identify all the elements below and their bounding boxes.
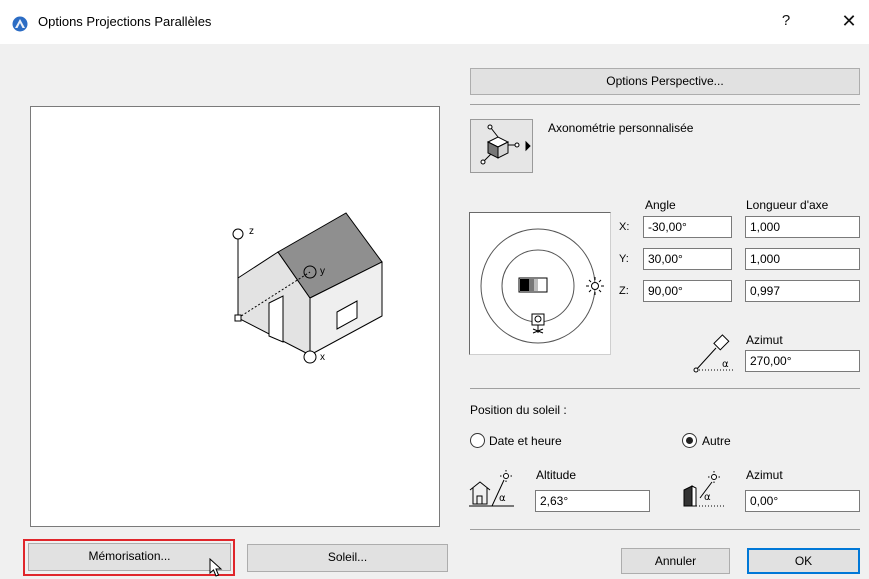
house-door bbox=[268, 295, 284, 343]
length-z-field[interactable]: 0,997 bbox=[745, 280, 860, 302]
sun-camera-view[interactable] bbox=[469, 212, 611, 355]
svg-text:α: α bbox=[722, 359, 729, 370]
length-y-field[interactable]: 1,000 bbox=[745, 248, 860, 270]
altitude-label: Altitude bbox=[536, 468, 577, 482]
axonometry-mode-icon bbox=[480, 124, 531, 165]
other-radio[interactable] bbox=[682, 433, 697, 448]
soleil-button[interactable]: Soleil... bbox=[247, 544, 448, 572]
axis-x-row-label: X: bbox=[619, 221, 630, 233]
date-time-radio[interactable] bbox=[470, 433, 485, 448]
camera-icon bbox=[531, 313, 545, 334]
separator bbox=[470, 388, 860, 389]
other-label[interactable]: Autre bbox=[702, 434, 731, 448]
memorisation-button[interactable]: Mémorisation... bbox=[28, 543, 231, 571]
separator bbox=[470, 104, 860, 105]
sun-azimuth-icon: α bbox=[683, 471, 724, 507]
projection-mode-label: Axonométrie personnalisée bbox=[548, 121, 694, 135]
archicad-app-icon bbox=[12, 16, 28, 32]
length-x-field[interactable]: 1,000 bbox=[745, 216, 860, 238]
origin-handle bbox=[234, 314, 242, 322]
sun-position-label: Position du soleil : bbox=[470, 403, 567, 417]
axis-x-label: x bbox=[320, 352, 325, 363]
ok-button[interactable]: OK bbox=[747, 548, 860, 574]
altitude-field[interactable]: 2,63° bbox=[535, 490, 650, 512]
window-title: Options Projections Parallèles bbox=[38, 14, 212, 29]
view-azimut-field[interactable]: 270,00° bbox=[745, 350, 860, 372]
sun-icon bbox=[586, 277, 604, 295]
view-azimut-label: Azimut bbox=[746, 333, 783, 347]
sun-azimut-label: Azimut bbox=[746, 468, 783, 482]
sun-altitude-icon: α bbox=[469, 470, 514, 507]
view-azimuth-icon: α bbox=[693, 334, 734, 373]
date-time-label[interactable]: Date et heure bbox=[489, 434, 562, 448]
angle-x-field[interactable]: -30,00° bbox=[643, 216, 732, 238]
close-button[interactable]: ✕ bbox=[834, 10, 864, 32]
svg-text:α: α bbox=[704, 492, 711, 503]
x-axis-handle bbox=[303, 350, 317, 364]
angle-z-field[interactable]: 90,00° bbox=[643, 280, 732, 302]
projection-preview: z y x bbox=[30, 106, 440, 527]
axis-y-label: y bbox=[320, 266, 325, 277]
axis-length-header: Longueur d'axe bbox=[746, 198, 829, 212]
axis-y-row-label: Y: bbox=[619, 253, 629, 265]
angle-y-field[interactable]: 30,00° bbox=[643, 248, 732, 270]
orientation-diagram bbox=[480, 228, 604, 344]
title-bar: Options Projections Parallèles ? ✕ bbox=[0, 0, 869, 44]
projection-mode-button[interactable] bbox=[470, 119, 533, 173]
z-axis-handle bbox=[232, 228, 244, 240]
house-preview-drawing: z y x bbox=[232, 212, 383, 364]
sun-azimut-field[interactable]: 0,00° bbox=[745, 490, 860, 512]
perspective-options-button[interactable]: Options Perspective... bbox=[470, 68, 860, 95]
svg-text:α: α bbox=[499, 493, 506, 504]
help-button[interactable]: ? bbox=[771, 10, 801, 32]
axis-z-label: z bbox=[249, 226, 254, 237]
separator bbox=[470, 529, 860, 530]
axis-z-row-label: Z: bbox=[619, 285, 629, 297]
cancel-button[interactable]: Annuler bbox=[621, 548, 730, 574]
angle-header: Angle bbox=[645, 198, 676, 212]
mouse-cursor-icon bbox=[209, 558, 223, 577]
